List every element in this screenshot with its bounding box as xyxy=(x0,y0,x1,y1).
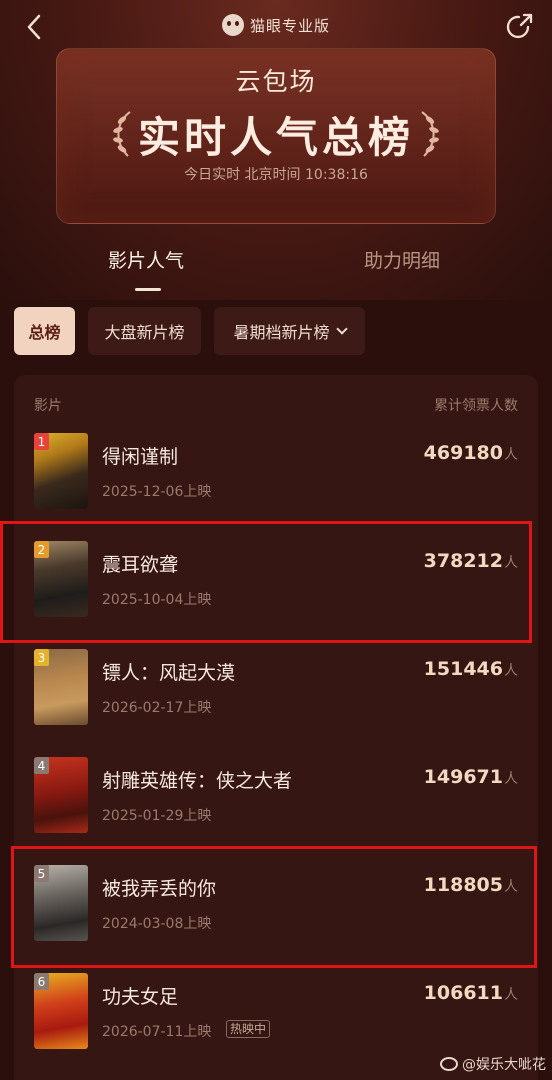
rank-badge: 4 xyxy=(34,757,49,774)
tab-support-details[interactable]: 助力明细 xyxy=(364,246,440,273)
release-date: 2025-12-06上映 xyxy=(102,484,212,500)
release-date: 2026-07-11上映 xyxy=(102,1024,212,1040)
ticket-count-value: 151446 xyxy=(423,658,503,680)
page-title: 实时人气总榜 xyxy=(137,113,414,162)
filter-summer-dropdown[interactable]: 暑期档新片榜 xyxy=(214,307,365,355)
movie-poster: 3 xyxy=(34,649,88,725)
now-showing-badge: 热映中 xyxy=(226,1020,271,1038)
ticket-count: 149671人 xyxy=(424,766,518,788)
highlight-box xyxy=(11,846,537,968)
laurel-icon xyxy=(416,108,444,160)
movie-title: 镖人：风起大漠 xyxy=(102,662,236,684)
filter-summer-label: 暑期档新片榜 xyxy=(233,323,330,342)
watermark: @娱乐大呲花 xyxy=(440,1054,546,1074)
movie-title: 射雕英雄传：侠之大者 xyxy=(102,770,293,792)
ticket-count: 151446人 xyxy=(424,658,518,680)
page-subtitle: 云包场 xyxy=(235,67,317,96)
highlight-box xyxy=(0,521,532,643)
maoyan-logo-icon xyxy=(221,14,244,36)
brand: 猫眼专业版 xyxy=(0,14,552,36)
chevron-down-icon xyxy=(335,323,348,335)
tab-movie-popularity[interactable]: 影片人气 xyxy=(108,246,184,273)
column-header-count: 累计领票人数 xyxy=(434,398,518,414)
weibo-icon xyxy=(440,1057,458,1071)
ticket-count-value: 469180 xyxy=(423,442,503,464)
count-unit: 人 xyxy=(504,771,518,787)
tab-bar: 影片人气 助力明细 xyxy=(0,246,552,296)
ticket-count-value: 106611 xyxy=(423,982,503,1004)
release-date: 2025-01-29上映 xyxy=(102,808,212,824)
count-unit: 人 xyxy=(504,663,518,679)
release-date: 2026-02-17上映 xyxy=(102,700,212,716)
column-header-movie: 影片 xyxy=(34,398,62,414)
filter-overall[interactable]: 总榜 xyxy=(14,307,75,355)
ticket-count: 106611人 xyxy=(424,982,518,1004)
movie-poster: 4 xyxy=(34,757,88,833)
ticket-count: 469180人 xyxy=(424,442,518,464)
watermark-text: @娱乐大呲花 xyxy=(462,1057,546,1073)
list-item[interactable]: 3 镖人：风起大漠 2026-02-17上映 151446人 xyxy=(14,649,538,757)
filter-new-releases[interactable]: 大盘新片榜 xyxy=(88,307,201,355)
share-button[interactable] xyxy=(502,10,536,44)
movie-poster: 1 xyxy=(34,433,88,509)
brand-name: 猫眼专业版 xyxy=(249,16,330,35)
ranking-list: 影片 累计领票人数 1 得闲谨制 2025-12-06上映 469180人 2 … xyxy=(14,375,538,1080)
movie-title: 功夫女足 xyxy=(102,986,179,1008)
rank-badge: 1 xyxy=(34,433,49,450)
count-unit: 人 xyxy=(504,987,518,1003)
ticket-count-value: 149671 xyxy=(423,766,503,788)
count-unit: 人 xyxy=(504,447,518,463)
share-icon xyxy=(506,13,533,39)
movie-title: 得闲谨制 xyxy=(102,446,179,468)
rank-badge: 6 xyxy=(34,973,49,990)
movie-poster: 6 xyxy=(34,973,88,1049)
active-tab-indicator xyxy=(135,288,161,291)
realtime-timestamp: 今日实时 北京时间 10:38:16 xyxy=(184,167,368,183)
rank-badge: 3 xyxy=(34,649,49,666)
